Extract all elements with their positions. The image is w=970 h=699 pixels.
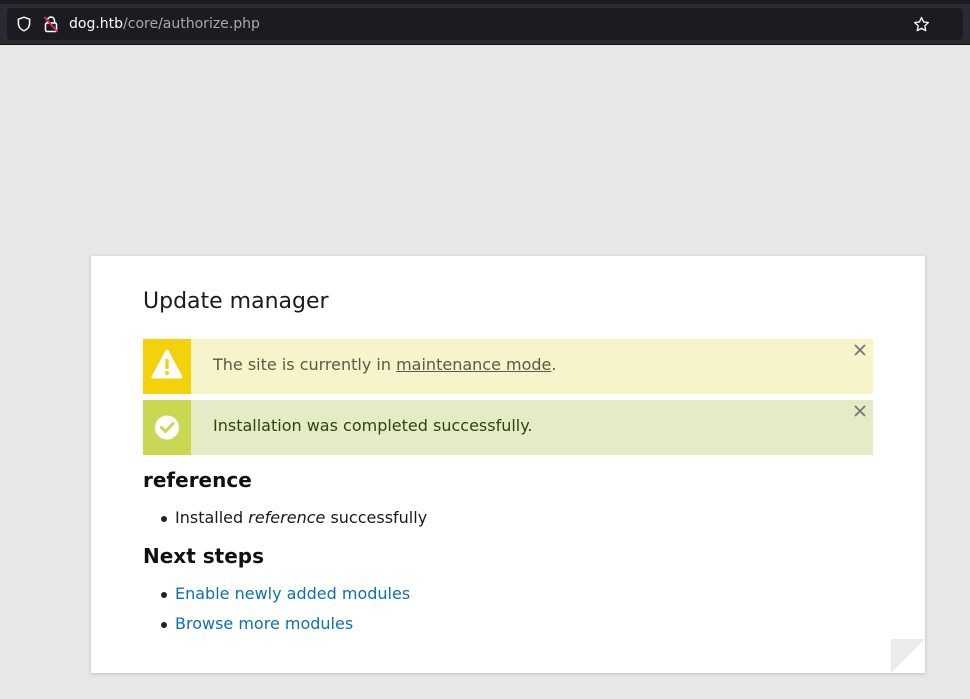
item-text-before: Installed — [175, 508, 249, 527]
warning-icon — [151, 349, 183, 379]
enable-modules-link[interactable]: Enable newly added modules — [175, 584, 410, 603]
close-icon[interactable] — [853, 404, 867, 418]
status-text: Installation was completed successfully. — [213, 416, 533, 435]
update-manager-card: Update manager The site is currently in … — [91, 256, 925, 673]
browse-modules-link[interactable]: Browse more modules — [175, 614, 353, 633]
check-icon — [155, 415, 179, 440]
bookmark-star-icon[interactable] — [913, 16, 930, 33]
address-bar[interactable]: dog.htb/core/authorize.php — [7, 8, 963, 40]
url-host: dog.htb — [69, 16, 124, 32]
page-curl-decoration — [891, 639, 925, 673]
shield-icon[interactable] — [16, 16, 32, 32]
warning-text-before: The site is currently in — [213, 355, 397, 374]
module-name-emphasis: reference — [248, 508, 326, 527]
url-text[interactable]: dog.htb/core/authorize.php — [69, 15, 260, 33]
page-title: Update manager — [143, 289, 329, 314]
close-icon[interactable] — [853, 343, 867, 357]
browser-toolbar: dog.htb/core/authorize.php — [0, 4, 970, 45]
list-item: Installed reference successfully — [160, 508, 428, 528]
installation-status-message: Installation was completed successfully. — [143, 400, 873, 455]
item-text-after: successfully — [325, 508, 428, 527]
url-path: /core/authorize.php — [123, 16, 260, 32]
maintenance-mode-link[interactable]: maintenance mode — [396, 355, 551, 374]
next-steps-heading: Next steps — [143, 544, 264, 568]
module-heading: reference — [143, 468, 252, 492]
warning-text: The site is currently in maintenance mod… — [213, 355, 556, 375]
insecure-lock-icon[interactable] — [43, 15, 59, 33]
warning-icon-box — [143, 339, 191, 394]
check-icon-box — [143, 400, 191, 455]
warning-text-after: . — [551, 355, 557, 374]
list-item: Enable newly added modules — [160, 584, 410, 604]
list-item: Browse more modules — [160, 614, 353, 634]
maintenance-warning-message: The site is currently in maintenance mod… — [143, 339, 873, 394]
